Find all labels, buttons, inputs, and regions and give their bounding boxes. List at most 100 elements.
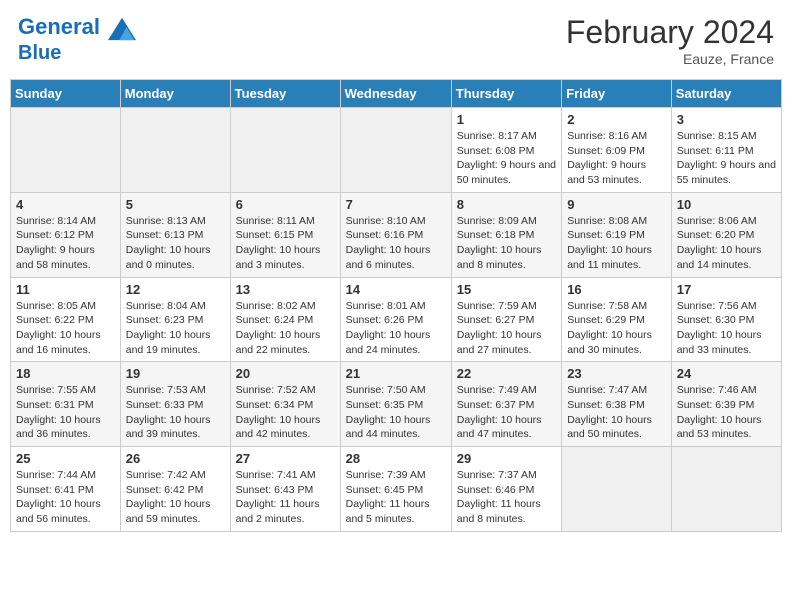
- calendar-cell: 13Sunrise: 8:02 AMSunset: 6:24 PMDayligh…: [230, 277, 340, 362]
- day-number: 26: [126, 451, 225, 466]
- day-number: 17: [677, 282, 776, 297]
- title-block: February 2024 Eauze, France: [566, 14, 774, 67]
- calendar-cell: [11, 108, 121, 193]
- page-header: General Blue February 2024 Eauze, France: [10, 10, 782, 71]
- calendar-cell: 17 Sunrise: 7:56 AMSunset: 6:30 PMDayligh…: [671, 277, 781, 362]
- calendar-cell: 28 Sunrise: 7:39 AMSunset: 6:45 PMDayligh…: [340, 447, 451, 532]
- calendar-cell: [562, 447, 672, 532]
- calendar-cell: 18 Sunrise: 7:55 AMSunset: 6:31 PMDayligh…: [11, 362, 121, 447]
- weekday-header: Friday: [562, 80, 672, 108]
- calendar-cell: 25 Sunrise: 7:44 AMSunset: 6:41 PMDayligh…: [11, 447, 121, 532]
- day-info: Sunrise: 8:15 AMSunset: 6:11 PMDaylight:…: [677, 129, 776, 188]
- calendar-week-row: 18 Sunrise: 7:55 AMSunset: 6:31 PMDayligh…: [11, 362, 782, 447]
- day-info: Sunrise: 7:53 AMSunset: 6:33 PMDaylight:…: [126, 383, 225, 442]
- day-number: 14: [346, 282, 446, 297]
- day-info: Sunrise: 8:16 AMSunset: 6:09 PMDaylight:…: [567, 129, 666, 188]
- day-info: Sunrise: 7:50 AMSunset: 6:35 PMDaylight:…: [346, 383, 446, 442]
- location: Eauze, France: [566, 51, 774, 67]
- day-number: 22: [457, 366, 556, 381]
- calendar-cell: 20 Sunrise: 7:52 AMSunset: 6:34 PMDayligh…: [230, 362, 340, 447]
- day-info: Sunrise: 7:41 AMSunset: 6:43 PMDaylight:…: [236, 468, 335, 527]
- day-info: Sunrise: 8:17 AMSunset: 6:08 PMDaylight:…: [457, 129, 556, 188]
- day-number: 11: [16, 282, 115, 297]
- day-info: Sunrise: 8:01 AMSunset: 6:26 PMDaylight:…: [346, 299, 446, 358]
- calendar-cell: [340, 108, 451, 193]
- calendar-cell: 8 Sunrise: 8:09 AMSunset: 6:18 PMDaylight…: [451, 192, 561, 277]
- calendar-week-row: 11 Sunrise: 8:05 AMSunset: 6:22 PMDayligh…: [11, 277, 782, 362]
- day-info: Sunrise: 8:08 AMSunset: 6:19 PMDaylight:…: [567, 214, 666, 273]
- day-info: Sunrise: 7:39 AMSunset: 6:45 PMDaylight:…: [346, 468, 446, 527]
- day-info: Sunrise: 7:49 AMSunset: 6:37 PMDaylight:…: [457, 383, 556, 442]
- day-info: Sunrise: 8:13 AMSunset: 6:13 PMDaylight:…: [126, 214, 225, 273]
- day-number: 2: [567, 112, 666, 127]
- calendar-cell: 3 Sunrise: 8:15 AMSunset: 6:11 PMDaylight…: [671, 108, 781, 193]
- day-info: Sunrise: 8:04 AMSunset: 6:23 PMDaylight:…: [126, 299, 225, 358]
- day-info: Sunrise: 7:59 AMSunset: 6:27 PMDaylight:…: [457, 299, 556, 358]
- day-number: 20: [236, 366, 335, 381]
- calendar-cell: 23 Sunrise: 7:47 AMSunset: 6:38 PMDayligh…: [562, 362, 672, 447]
- day-info: Sunrise: 7:58 AMSunset: 6:29 PMDaylight:…: [567, 299, 666, 358]
- day-info: Sunrise: 7:56 AMSunset: 6:30 PMDaylight:…: [677, 299, 776, 358]
- month-year: February 2024: [566, 14, 774, 51]
- calendar-cell: 9 Sunrise: 8:08 AMSunset: 6:19 PMDaylight…: [562, 192, 672, 277]
- day-info: Sunrise: 8:06 AMSunset: 6:20 PMDaylight:…: [677, 214, 776, 273]
- calendar-cell: 26Sunrise: 7:42 AMSunset: 6:42 PMDayligh…: [120, 447, 230, 532]
- day-number: 8: [457, 197, 556, 212]
- day-number: 27: [236, 451, 335, 466]
- calendar-cell: 10 Sunrise: 8:06 AMSunset: 6:20 PMDayligh…: [671, 192, 781, 277]
- calendar-cell: [671, 447, 781, 532]
- calendar-cell: 29 Sunrise: 7:37 AMSunset: 6:46 PMDayligh…: [451, 447, 561, 532]
- calendar-cell: 24 Sunrise: 7:46 AMSunset: 6:39 PMDayligh…: [671, 362, 781, 447]
- calendar-week-row: 4 Sunrise: 8:14 AMSunset: 6:12 PMDaylight…: [11, 192, 782, 277]
- calendar-cell: 16 Sunrise: 7:58 AMSunset: 6:29 PMDayligh…: [562, 277, 672, 362]
- calendar-cell: [120, 108, 230, 193]
- calendar-cell: 12 Sunrise: 8:04 AMSunset: 6:23 PMDayligh…: [120, 277, 230, 362]
- weekday-header: Monday: [120, 80, 230, 108]
- calendar-cell: 14 Sunrise: 8:01 AMSunset: 6:26 PMDayligh…: [340, 277, 451, 362]
- calendar-cell: 7Sunrise: 8:10 AMSunset: 6:16 PMDaylight…: [340, 192, 451, 277]
- day-number: 24: [677, 366, 776, 381]
- day-number: 25: [16, 451, 115, 466]
- day-info: Sunrise: 8:11 AMSunset: 6:15 PMDaylight:…: [236, 214, 335, 273]
- day-number: 28: [346, 451, 446, 466]
- logo-text: General: [18, 14, 136, 42]
- day-number: 4: [16, 197, 115, 212]
- calendar-cell: 6Sunrise: 8:11 AMSunset: 6:15 PMDaylight…: [230, 192, 340, 277]
- logo: General Blue: [18, 14, 136, 64]
- day-number: 18: [16, 366, 115, 381]
- day-info: Sunrise: 7:55 AMSunset: 6:31 PMDaylight:…: [16, 383, 115, 442]
- calendar-cell: 1Sunrise: 8:17 AMSunset: 6:08 PMDaylight…: [451, 108, 561, 193]
- calendar-week-row: 25 Sunrise: 7:44 AMSunset: 6:41 PMDayligh…: [11, 447, 782, 532]
- day-number: 15: [457, 282, 556, 297]
- day-info: Sunrise: 7:44 AMSunset: 6:41 PMDaylight:…: [16, 468, 115, 527]
- day-number: 13: [236, 282, 335, 297]
- day-number: 5: [126, 197, 225, 212]
- day-number: 21: [346, 366, 446, 381]
- day-info: Sunrise: 7:52 AMSunset: 6:34 PMDaylight:…: [236, 383, 335, 442]
- day-number: 23: [567, 366, 666, 381]
- day-number: 12: [126, 282, 225, 297]
- weekday-header: Saturday: [671, 80, 781, 108]
- day-number: 16: [567, 282, 666, 297]
- day-info: Sunrise: 7:37 AMSunset: 6:46 PMDaylight:…: [457, 468, 556, 527]
- weekday-header: Wednesday: [340, 80, 451, 108]
- day-number: 3: [677, 112, 776, 127]
- day-number: 29: [457, 451, 556, 466]
- day-info: Sunrise: 8:14 AMSunset: 6:12 PMDaylight:…: [16, 214, 115, 273]
- day-info: Sunrise: 7:47 AMSunset: 6:38 PMDaylight:…: [567, 383, 666, 442]
- weekday-header: Sunday: [11, 80, 121, 108]
- weekday-header: Thursday: [451, 80, 561, 108]
- day-info: Sunrise: 8:05 AMSunset: 6:22 PMDaylight:…: [16, 299, 115, 358]
- day-number: 19: [126, 366, 225, 381]
- logo-blue: Blue: [18, 42, 136, 64]
- calendar-cell: 5 Sunrise: 8:13 AMSunset: 6:13 PMDaylight…: [120, 192, 230, 277]
- day-number: 9: [567, 197, 666, 212]
- day-info: Sunrise: 7:46 AMSunset: 6:39 PMDaylight:…: [677, 383, 776, 442]
- day-number: 10: [677, 197, 776, 212]
- calendar-cell: 19 Sunrise: 7:53 AMSunset: 6:33 PMDayligh…: [120, 362, 230, 447]
- weekday-header: Tuesday: [230, 80, 340, 108]
- calendar-cell: 27 Sunrise: 7:41 AMSunset: 6:43 PMDayligh…: [230, 447, 340, 532]
- day-info: Sunrise: 8:09 AMSunset: 6:18 PMDaylight:…: [457, 214, 556, 273]
- calendar-cell: 4 Sunrise: 8:14 AMSunset: 6:12 PMDaylight…: [11, 192, 121, 277]
- calendar-week-row: 1Sunrise: 8:17 AMSunset: 6:08 PMDaylight…: [11, 108, 782, 193]
